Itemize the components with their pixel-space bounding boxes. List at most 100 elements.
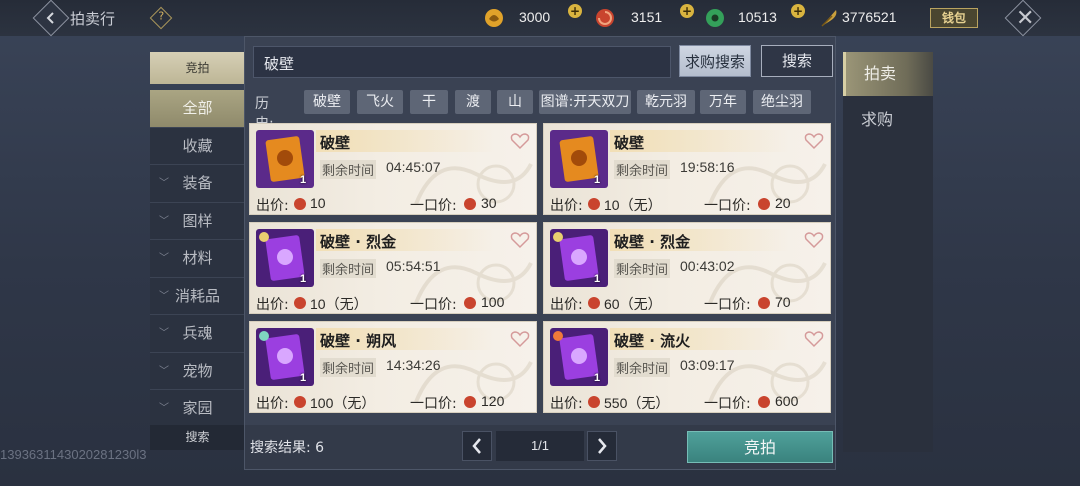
page-title: 拍卖行 — [70, 10, 116, 28]
history-chip[interactable]: 山 — [497, 90, 533, 114]
back-button[interactable] — [32, 0, 70, 37]
listing-card[interactable]: 1 破壁 剩余时间 19:58:16 出价: 10（无） 一口价: 20 — [543, 123, 831, 215]
add-jade-button[interactable]: + — [791, 4, 805, 18]
red-orb-icon — [588, 198, 600, 210]
item-name: 破壁 — [614, 134, 645, 152]
add-red-orb-button[interactable]: + — [680, 4, 694, 18]
history-chip[interactable]: 绝尘羽 — [753, 90, 811, 114]
bid-button[interactable]: 竞拍 — [687, 431, 833, 463]
category-item-home[interactable]: ﹀ 家园 — [150, 390, 245, 428]
category-item-consumables[interactable]: ﹀ 消耗品 — [150, 277, 245, 315]
item-count: 1 — [300, 174, 307, 186]
history-chip[interactable]: 飞火 — [357, 90, 403, 114]
bid-label: 出价: — [256, 297, 289, 313]
heart-icon[interactable] — [804, 231, 824, 249]
right-tab-panel: 拍卖 求购 — [843, 52, 933, 452]
category-sidebar: 竞拍 全部 收藏 ﹀ 装备 ﹀ 图样 ﹀ 材料 ﹀ 消耗品 ﹀ 兵魂 ﹀ 宠物 ﹀ 家园 — [150, 52, 245, 452]
currency-value: 3000 — [519, 9, 551, 25]
item-name: 破壁 · 朔风 — [320, 332, 397, 350]
category-label: 宠物 — [182, 361, 213, 380]
bid-price: 550（无） — [604, 395, 670, 411]
listing-card[interactable]: 1 破壁 · 烈金 剩余时间 00:43:02 出价: 60（无） 一口价: 7… — [543, 222, 831, 314]
red-orb-icon — [464, 396, 476, 408]
close-icon: ✕ — [1016, 5, 1035, 31]
add-gold-button[interactable]: + — [568, 4, 582, 18]
heart-icon[interactable] — [804, 330, 824, 348]
category-item-equipment[interactable]: ﹀ 装备 — [150, 165, 245, 203]
previous-page-button[interactable] — [462, 431, 492, 461]
page-indicator: 1/1 — [496, 431, 584, 461]
close-button[interactable]: ✕ — [1004, 0, 1042, 37]
red-orb-icon — [588, 396, 600, 408]
listing-card[interactable]: 1 破壁 · 流火 剩余时间 03:09:17 出价: 550（无） 一口价: … — [543, 321, 831, 413]
search-input[interactable]: 破壁 — [253, 46, 671, 78]
category-item-materials[interactable]: ﹀ 材料 — [150, 240, 245, 278]
bid-price: 60（无） — [604, 296, 662, 312]
listing-card[interactable]: 1 破壁 · 烈金 剩余时间 05:54:51 出价: 10（无） 一口价: 1… — [249, 222, 537, 314]
history-chip[interactable]: 渡 — [455, 90, 491, 114]
tab-auction[interactable]: 竞拍 — [150, 52, 245, 84]
buyout-label: 一口价: — [410, 198, 457, 214]
results-footer: 搜索结果: 6 1/1 竞拍 — [245, 425, 835, 469]
listing-card[interactable]: 1 破壁 · 朔风 剩余时间 14:34:26 出价: 100（无） 一口价: … — [249, 321, 537, 413]
tab-auction-sell[interactable]: 拍卖 — [843, 52, 933, 96]
red-orb-icon — [758, 396, 770, 408]
category-item-all[interactable]: 全部 — [150, 90, 245, 128]
item-name: 破壁 · 烈金 — [320, 233, 397, 251]
time-remaining-label: 剩余时间 — [614, 358, 671, 377]
buyout-price: 30 — [481, 195, 497, 211]
history-chip[interactable]: 破壁 — [304, 90, 350, 114]
category-label: 装备 — [182, 174, 213, 192]
item-count: 1 — [300, 273, 307, 285]
listing-card[interactable]: 1 破壁 剩余时间 04:45:07 出价: 10 一口价: 30 — [249, 123, 537, 215]
bid-label: 出价: — [256, 396, 289, 412]
heart-icon[interactable] — [510, 330, 530, 348]
search-button[interactable]: 搜索 — [761, 45, 833, 77]
red-orb-icon — [294, 198, 306, 210]
history-chip[interactable]: 万年 — [700, 90, 746, 114]
want-to-buy-search-button[interactable]: 求购搜索 — [679, 45, 751, 77]
category-item-favorites[interactable]: 收藏 — [150, 127, 245, 165]
item-name: 破壁 · 流火 — [614, 332, 691, 350]
time-remaining-label: 剩余时间 — [614, 160, 671, 179]
buyout-price: 100 — [481, 294, 505, 310]
sidebar-search-button[interactable]: 搜索 — [150, 425, 245, 450]
category-item-pets[interactable]: ﹀ 宠物 — [150, 352, 245, 390]
help-button[interactable]: ? — [149, 6, 173, 30]
gold-ingot-icon — [485, 9, 503, 27]
chevron-down-icon: ﹀ — [159, 328, 169, 339]
buyout-label: 一口价: — [704, 297, 751, 313]
time-remaining: 00:43:02 — [680, 258, 735, 274]
auction-main-panel: 破壁 求购搜索 搜索 历史: 破壁 飞火 干 渡 山 图谱:开天双刀 乾元羽 万… — [244, 36, 836, 470]
red-orb-icon — [588, 297, 600, 309]
heart-icon[interactable] — [510, 132, 530, 150]
result-count-label: 搜索结果: 6 — [250, 440, 325, 456]
category-label: 兵魂 — [182, 324, 213, 342]
chevron-left-icon — [472, 438, 481, 454]
history-chip[interactable]: 干 — [410, 90, 448, 114]
red-orb-icon — [294, 396, 306, 408]
bid-price: 10（无） — [604, 197, 662, 213]
bid-price: 10 — [310, 195, 326, 211]
red-orb-icon — [758, 198, 770, 210]
history-chip[interactable]: 图谱:开天双刀 — [539, 90, 631, 114]
gold-feather-icon — [821, 10, 837, 27]
item-count: 1 — [300, 372, 307, 384]
category-item-patterns[interactable]: ﹀ 图样 — [150, 202, 245, 240]
category-item-soldier-soul[interactable]: ﹀ 兵魂 — [150, 315, 245, 353]
search-query: 破壁 — [264, 55, 295, 73]
wallet-button[interactable]: 钱包 — [930, 8, 978, 28]
heart-icon[interactable] — [804, 132, 824, 150]
chevron-down-icon: ﹀ — [159, 290, 169, 302]
history-chip[interactable]: 乾元羽 — [637, 90, 695, 114]
buyout-price: 70 — [775, 294, 791, 310]
item-count: 1 — [594, 372, 601, 384]
bid-label: 出价: — [256, 198, 289, 214]
time-remaining-label: 剩余时间 — [614, 259, 671, 278]
next-page-button[interactable] — [587, 431, 617, 461]
chevron-down-icon: ﹀ — [159, 215, 169, 227]
buyout-price: 600 — [775, 393, 799, 409]
heart-icon[interactable] — [510, 231, 530, 249]
tab-want-to-buy[interactable]: 求购 — [843, 98, 933, 142]
result-count: 6 — [315, 440, 325, 456]
